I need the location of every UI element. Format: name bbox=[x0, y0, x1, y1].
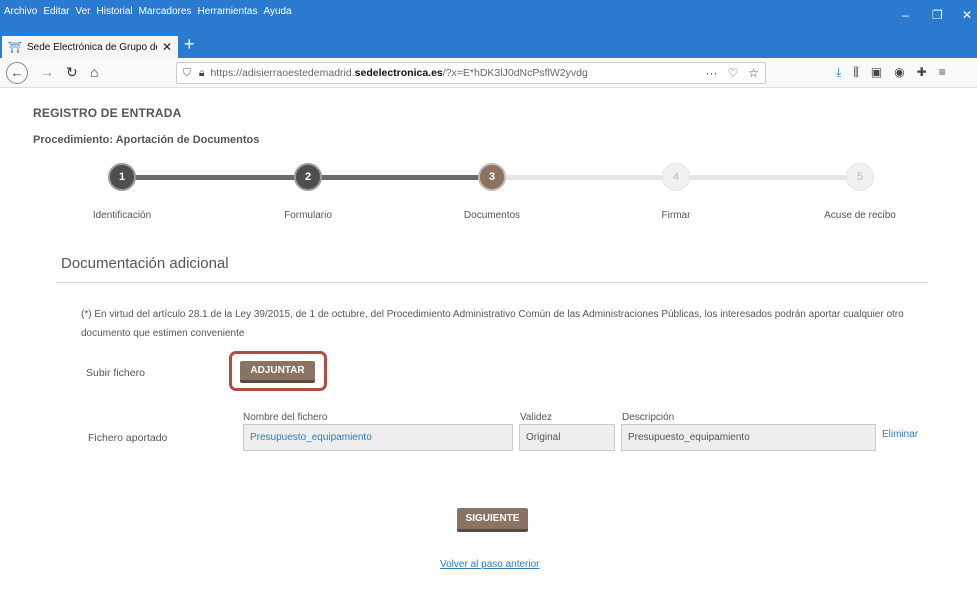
extension-icon[interactable]: ✚ bbox=[917, 65, 927, 80]
step-5-label: Acuse de recibo bbox=[824, 210, 896, 221]
back-step-link[interactable]: Volver al paso anterior bbox=[440, 559, 540, 570]
step-4-label: Firmar bbox=[661, 210, 691, 221]
web-page: REGISTRO DE ENTRADA Procedimiento: Aport… bbox=[0, 89, 977, 596]
close-window-icon[interactable]: ✕ bbox=[962, 8, 972, 22]
page-title: REGISTRO DE ENTRADA bbox=[33, 106, 182, 120]
lock-icon[interactable]: 🔒︎ bbox=[199, 67, 205, 80]
menu-marcadores[interactable]: Marcadores bbox=[139, 6, 192, 17]
reload-icon[interactable]: ↻ bbox=[66, 64, 78, 80]
new-tab-icon[interactable]: + bbox=[184, 34, 195, 54]
close-tab-icon[interactable]: ✕ bbox=[162, 40, 172, 54]
file-uploaded-label: Fichero aportado bbox=[88, 432, 168, 444]
file-name-header: Nombre del fichero bbox=[243, 412, 328, 423]
url-text[interactable]: https://adisierraoestedemadrid.sedelectr… bbox=[210, 67, 587, 79]
menu-icon[interactable]: ≡ bbox=[939, 65, 946, 80]
menu-list: Archivo Editar Ver Historial Marcadores … bbox=[4, 6, 292, 17]
step-4-circle: 4 bbox=[662, 163, 690, 191]
section-divider bbox=[55, 282, 928, 283]
validity-field: Original bbox=[519, 424, 615, 451]
delete-file-link[interactable]: Eliminar bbox=[882, 429, 918, 440]
upload-label: Subir fichero bbox=[86, 367, 145, 379]
menu-ver[interactable]: Ver bbox=[75, 6, 90, 17]
tab-title: Sede Electrónica de Grupo de A bbox=[26, 41, 157, 53]
description-header: Descripción bbox=[622, 412, 675, 423]
menu-herramientas[interactable]: Herramientas bbox=[197, 6, 257, 17]
menu-ayuda[interactable]: Ayuda bbox=[263, 6, 291, 17]
home-icon[interactable]: ⌂ bbox=[90, 64, 98, 80]
step-1-circle: 1 bbox=[108, 163, 136, 191]
page-actions-icon[interactable]: ··· bbox=[705, 66, 717, 80]
step-1-label: Identificación bbox=[92, 210, 152, 221]
procedure-title: Procedimiento: Aportación de Documentos bbox=[33, 134, 260, 146]
library-icon[interactable]: ⫼ bbox=[853, 65, 859, 80]
forward-icon[interactable]: → bbox=[40, 64, 54, 80]
tracking-shield-icon[interactable]: ⛉ bbox=[183, 67, 191, 80]
step-2-circle: 2 bbox=[294, 163, 322, 191]
file-name-field[interactable]: Presupuesto_equipamiento bbox=[243, 424, 513, 451]
step-3-label: Documentos bbox=[463, 210, 521, 221]
step-2-label: Formulario bbox=[284, 210, 332, 221]
browser-tab[interactable]: ⛩ Sede Electrónica de Grupo de A ✕ bbox=[2, 34, 178, 58]
legal-notice: (*) En virtud del artículo 28.1 de la Le… bbox=[81, 309, 904, 339]
next-button[interactable]: SIGUIENTE bbox=[457, 508, 528, 532]
toolbar-icons: ⤓ ⫼ ▣ ◉ ✚ ≡ bbox=[836, 65, 946, 80]
menu-bar: Archivo Editar Ver Historial Marcadores … bbox=[0, 0, 977, 32]
restore-icon[interactable]: ❐ bbox=[932, 8, 943, 22]
menu-editar[interactable]: Editar bbox=[43, 6, 69, 17]
validity-header: Validez bbox=[520, 412, 553, 423]
address-bar[interactable]: ⛉ 🔒︎ https://adisierraoestedemadrid.sede… bbox=[176, 62, 766, 84]
download-icon[interactable]: ⤓ bbox=[836, 65, 841, 80]
attach-button[interactable]: ADJUNTAR bbox=[240, 361, 315, 383]
pocket-icon[interactable]: ♡ bbox=[727, 66, 738, 80]
menu-historial[interactable]: Historial bbox=[97, 6, 133, 17]
site-favicon-icon: ⛩ bbox=[8, 41, 22, 54]
step-3-circle: 3 bbox=[478, 163, 506, 191]
bookmark-star-icon[interactable]: ☆ bbox=[748, 66, 759, 80]
description-field: Presupuesto_equipamiento bbox=[621, 424, 876, 451]
sidebar-icon[interactable]: ▣ bbox=[871, 65, 882, 80]
navigation-bar: ← → ↻ ⌂ ⛉ 🔒︎ https://adisierraoestedemad… bbox=[0, 58, 977, 88]
minimize-icon[interactable]: – bbox=[902, 8, 909, 22]
back-icon[interactable]: ← bbox=[6, 62, 28, 84]
step-5-circle: 5 bbox=[846, 163, 874, 191]
section-title: Documentación adicional bbox=[61, 255, 229, 272]
tab-strip: ⛩ Sede Electrónica de Grupo de A ✕ + bbox=[0, 32, 977, 58]
menu-archivo[interactable]: Archivo bbox=[4, 6, 37, 17]
account-icon[interactable]: ◉ bbox=[894, 65, 904, 80]
